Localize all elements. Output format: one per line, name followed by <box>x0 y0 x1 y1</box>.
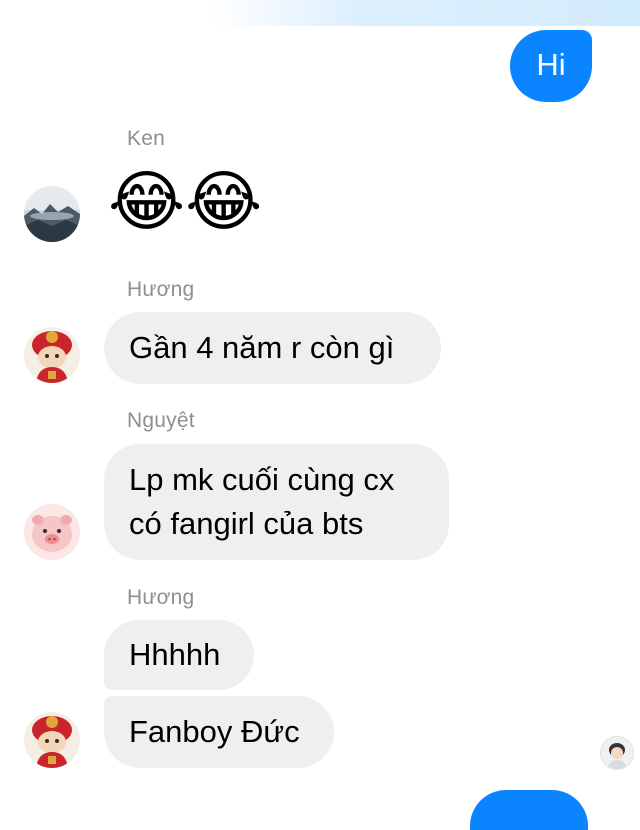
avatar-huong[interactable] <box>24 327 80 383</box>
top-banner-strip <box>210 0 640 26</box>
avatar-nguyet[interactable] <box>24 504 80 560</box>
outgoing-message-bubble-partial[interactable] <box>470 790 588 830</box>
emoji-message[interactable]: 😂😂 <box>108 162 262 242</box>
sender-name-huong: Hương <box>127 586 195 609</box>
incoming-message-bubble[interactable]: Fanboy Đức <box>104 696 334 768</box>
partial-avatar-top <box>108 0 148 10</box>
avatar-huong[interactable] <box>24 712 80 768</box>
incoming-message-bubble[interactable]: Gần 4 năm r còn gì <box>104 312 441 384</box>
sender-name-ken: Ken <box>127 127 165 150</box>
sender-name-nguyet: Nguyệt <box>127 409 195 432</box>
incoming-message-bubble[interactable]: Hhhhh <box>104 620 254 690</box>
message-line: Lp mk cuối cùng cx <box>129 462 395 497</box>
avatar-ken[interactable] <box>24 186 80 242</box>
incoming-message-bubble[interactable]: Lp mk cuối cùng cx có fangirl của bts <box>104 444 449 560</box>
read-receipt-avatar <box>600 736 634 770</box>
sender-name-huong: Hương <box>127 278 195 301</box>
message-line: có fangirl của bts <box>129 506 364 541</box>
outgoing-message-bubble[interactable]: Hi <box>510 30 592 102</box>
